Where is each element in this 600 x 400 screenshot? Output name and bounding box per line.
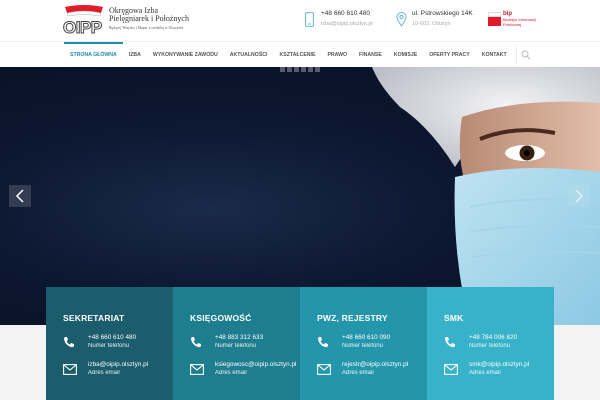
logo-acronym: OIPP	[63, 18, 103, 38]
card-phone-label: Numer telefonu	[342, 343, 384, 349]
phone-icon	[444, 335, 456, 353]
card-email-label: Adres email	[88, 370, 120, 376]
header-address-street: ul. Pstrowskiego 14K	[412, 10, 473, 17]
card-phone-label: Numer telefonu	[469, 343, 511, 349]
search-icon[interactable]	[516, 46, 534, 64]
bip-flag-icon	[488, 12, 501, 26]
header-email[interactable]: izba@oipip.olsztyn.pl	[321, 21, 373, 27]
card-phone-label: Numer telefonu	[88, 343, 130, 349]
card-email[interactable]: smk@oipip.olsztyn.pl	[469, 361, 529, 368]
slider-prev-button[interactable]	[9, 185, 31, 207]
envelope-icon	[190, 362, 204, 380]
nav-item-kontakt[interactable]: Kontakt	[476, 42, 513, 68]
nav-item-ksztalcenie[interactable]: Kształcenie	[274, 42, 322, 68]
nav-item-komisje[interactable]: Komisje	[388, 42, 423, 68]
nav-item-finanse[interactable]: Finanse	[353, 42, 388, 68]
chevron-left-icon	[15, 189, 24, 203]
card-title: SMK	[444, 313, 464, 323]
contact-card-ksiegowosc: KSIĘGOWOŚĆ +48 883 312 633 Numer telefon…	[173, 287, 300, 400]
bip-logo-link[interactable]: bip Biuletyn Informacji Publicznej	[488, 8, 538, 30]
oipp-logo[interactable]: OIPP	[62, 4, 106, 38]
nav-item-aktualnosci[interactable]: Aktualności	[224, 42, 274, 68]
card-email[interactable]: rejestr@oipip.olsztyn.pl	[342, 361, 408, 368]
card-title: SEKRETARIAT	[63, 313, 125, 323]
envelope-icon	[63, 362, 77, 380]
card-title: KSIĘGOWOŚĆ	[190, 313, 252, 323]
phone-icon	[317, 335, 329, 353]
slider-dot[interactable]	[287, 67, 292, 72]
phone-icon	[190, 335, 202, 353]
contact-cards: SEKRETARIAT +48 660 610 480 Numer telefo…	[46, 287, 554, 400]
card-title: PWZ, REJESTRY	[317, 313, 388, 323]
slider-pagination	[280, 67, 320, 72]
card-phone[interactable]: +48 883 312 633	[215, 334, 263, 341]
logo-text[interactable]: Okręgowa Izba Pielęgniarek i Położnych B…	[109, 6, 189, 31]
slider-dot[interactable]	[301, 67, 306, 72]
envelope-icon	[444, 362, 458, 380]
phone-icon	[305, 12, 314, 32]
card-phone[interactable]: +48 784 006 820	[469, 334, 517, 341]
header-phone-number[interactable]: +48 660 610 480	[321, 10, 370, 17]
contact-card-pwz-rejestry: PWZ, REJESTRY +48 660 610 090 Numer tele…	[300, 287, 427, 400]
slider-dot[interactable]	[280, 67, 285, 72]
phone-icon	[63, 335, 75, 353]
logo-line-2: Pielęgniarek i Położnych	[109, 14, 189, 24]
slider-next-button[interactable]	[568, 185, 590, 207]
card-email-label: Adres email	[215, 370, 247, 376]
card-phone-label: Numer telefonu	[215, 343, 257, 349]
map-pin-icon	[396, 12, 407, 32]
contact-card-smk: SMK +48 784 006 820 Numer telefonu smk@o…	[427, 287, 554, 400]
logo-line-3: Będącej Wiejsko i Mazur z siedzibą w Ols…	[109, 25, 184, 30]
bip-label: bip	[503, 11, 512, 17]
contact-card-sekretariat: SEKRETARIAT +48 660 610 480 Numer telefo…	[46, 287, 173, 400]
nav-item-prawo[interactable]: Prawo	[321, 42, 353, 68]
chevron-right-icon	[575, 189, 584, 203]
nav-item-strona-glowna[interactable]: Strona główna	[64, 42, 123, 68]
nav-item-izba[interactable]: Izba	[123, 42, 147, 68]
site-header: OIPP Okręgowa Izba Pielęgniarek i Położn…	[0, 0, 600, 41]
card-email[interactable]: ksiegowosc@oipip.olsztyn.pl	[215, 361, 296, 368]
header-address-city: 10-602, Olsztyn	[412, 21, 451, 27]
nav-item-wykonywanie-zawodu[interactable]: Wykonywanie zawodu	[147, 42, 224, 68]
nav-item-oferty-pracy[interactable]: Oferty pracy	[423, 42, 476, 68]
card-phone[interactable]: +48 660 610 480	[88, 334, 136, 341]
slider-dot[interactable]	[308, 67, 313, 72]
card-phone[interactable]: +48 660 610 090	[342, 334, 390, 341]
card-email-label: Adres email	[342, 370, 374, 376]
slider-dot[interactable]	[315, 67, 320, 72]
card-email-label: Adres email	[469, 370, 501, 376]
main-navigation: Strona główna Izba Wykonywanie zawodu Ak…	[0, 41, 600, 67]
bip-caption: Biuletyn Informacji Publicznej	[503, 17, 536, 27]
card-email[interactable]: izba@oipip.olsztyn.pl	[88, 361, 148, 368]
slider-dot[interactable]	[294, 67, 299, 72]
envelope-icon	[317, 362, 331, 380]
